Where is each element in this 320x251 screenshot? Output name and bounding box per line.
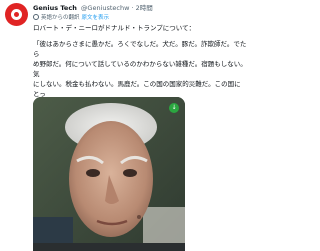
show-original-link[interactable]: 原文を表示: [82, 15, 110, 21]
author-name[interactable]: Genius Tech: [33, 4, 77, 12]
tweet-text-line: め野郎だ。何について話しているのかわからない雑種だ。宿題もしない。気: [33, 60, 247, 78]
globe-icon: [33, 14, 39, 20]
portrait-image: [33, 97, 185, 251]
tweet-text-line: 「彼はあからさまに愚かだ。ろくでなしだ。犬だ。豚だ。詐欺師だ。でたら: [33, 40, 247, 58]
tweet-header: Genius Tech @Geniustechw · 2時間: [33, 3, 153, 13]
tweet-text-line: ロバート・デ・ニーロがドナルド・トランプについて：: [33, 24, 196, 32]
avatar[interactable]: [5, 3, 28, 26]
translation-label: 英語からの翻訳: [41, 15, 80, 21]
avatar-logo-dot: [14, 12, 19, 17]
download-badge-icon[interactable]: ↓: [169, 103, 179, 113]
translation-notice: 英語からの翻訳 原文を表示: [33, 13, 109, 23]
author-handle[interactable]: @Geniustechw · 2時間: [81, 4, 153, 12]
tweet-photo[interactable]: ↓: [33, 97, 185, 251]
tweet: Genius Tech @Geniustechw · 2時間 英語からの翻訳 原文…: [0, 0, 251, 251]
tweet-text-line: にしない。税金も払わない。馬鹿だ。この国の国家的災難だ。この国にとっ: [33, 80, 241, 98]
